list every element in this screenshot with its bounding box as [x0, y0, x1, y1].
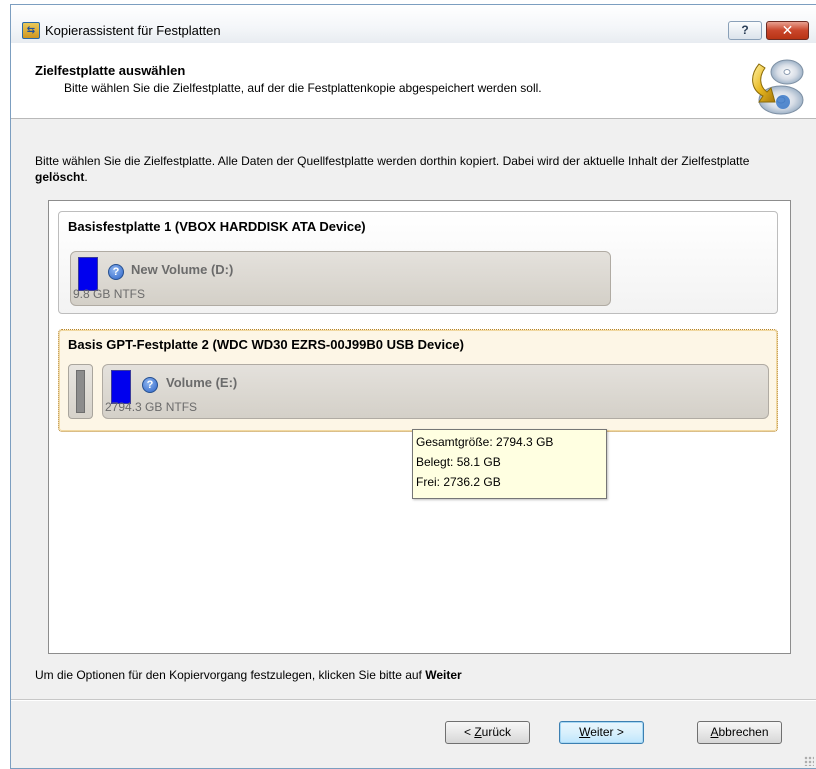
page-subtitle: Bitte wählen Sie die Zielfestplatte, auf… [64, 81, 542, 95]
partition-info: 2794.3 GB NTFS [105, 400, 198, 414]
back-button-accesskey: Z [474, 725, 482, 739]
question-icon: ? [142, 377, 158, 393]
help-button[interactable]: ? [728, 21, 762, 40]
partition-name: New Volume (D:) [131, 262, 234, 277]
instruction-text: Bitte wählen Sie die Zielfestplatte. All… [35, 153, 805, 185]
footer-divider [11, 699, 816, 701]
disk-title: Basisfestplatte 1 (VBOX HARDDISK ATA Dev… [68, 219, 366, 234]
tooltip-total: Gesamtgröße: 2794.3 GB [416, 435, 554, 449]
close-button[interactable]: ✕ [766, 21, 809, 40]
disk-copy-icon [752, 59, 804, 115]
partition-name: Volume (E:) [166, 375, 238, 390]
cancel-button[interactable]: Abbrechen [697, 721, 782, 744]
unallocated-space[interactable] [68, 364, 93, 419]
usage-bar [78, 257, 98, 291]
partition-item[interactable]: ? Volume (E:) 2794.3 GB NTFS [102, 364, 769, 419]
footer-hint: Um die Optionen für den Kopiervorgang fe… [35, 668, 462, 682]
unallocated-bar [76, 370, 85, 413]
disk-item-2-selected[interactable]: Basis GPT-Festplatte 2 (WDC WD30 EZRS-00… [58, 329, 778, 432]
tooltip-free: Frei: 2736.2 GB [416, 475, 501, 489]
instruction-text-part: Bitte wählen Sie die Zielfestplatte. All… [35, 154, 750, 168]
next-button[interactable]: Weiter > [559, 721, 644, 744]
back-button[interactable]: < Zurück [445, 721, 530, 744]
tooltip-used: Belegt: 58.1 GB [416, 455, 501, 469]
title-bar[interactable]: ⇆ Kopierassistent für Festplatten ? ✕ [11, 5, 816, 43]
partition-item[interactable]: ? New Volume (D:) 9.8 GB NTFS [70, 251, 611, 306]
wizard-header: Zielfestplatte auswählen Bitte wählen Si… [11, 43, 816, 119]
next-button-label: eiter > [590, 725, 624, 739]
question-icon: ? [108, 264, 124, 280]
disk-title: Basis GPT-Festplatte 2 (WDC WD30 EZRS-00… [68, 337, 464, 352]
dialog-window: ⇆ Kopierassistent für Festplatten ? ✕ Zi… [10, 4, 816, 769]
next-button-accesskey: W [579, 725, 591, 739]
disk-list[interactable]: Basisfestplatte 1 (VBOX HARDDISK ATA Dev… [48, 200, 791, 654]
partition-info: 9.8 GB NTFS [73, 287, 146, 301]
footer-hint-bold: Weiter [425, 668, 462, 682]
instruction-bold-word: gelöscht [35, 170, 85, 184]
back-button-label: urück [481, 725, 512, 739]
disk-item-1[interactable]: Basisfestplatte 1 (VBOX HARDDISK ATA Dev… [58, 211, 778, 314]
usage-bar [111, 370, 131, 404]
back-button-prefix: < [463, 725, 475, 739]
window-title: Kopierassistent für Festplatten [45, 23, 221, 38]
page-title: Zielfestplatte auswählen [35, 63, 186, 78]
resize-grip[interactable] [804, 756, 814, 766]
footer-hint-text: Um die Optionen für den Kopiervorgang fe… [35, 668, 426, 682]
partition-tooltip: Gesamtgröße: 2794.3 GB Belegt: 58.1 GB F… [412, 429, 607, 499]
instruction-text-end: . [84, 170, 88, 184]
copy-wizard-app-icon: ⇆ [22, 22, 40, 39]
cancel-button-label: bbrechen [718, 725, 769, 739]
